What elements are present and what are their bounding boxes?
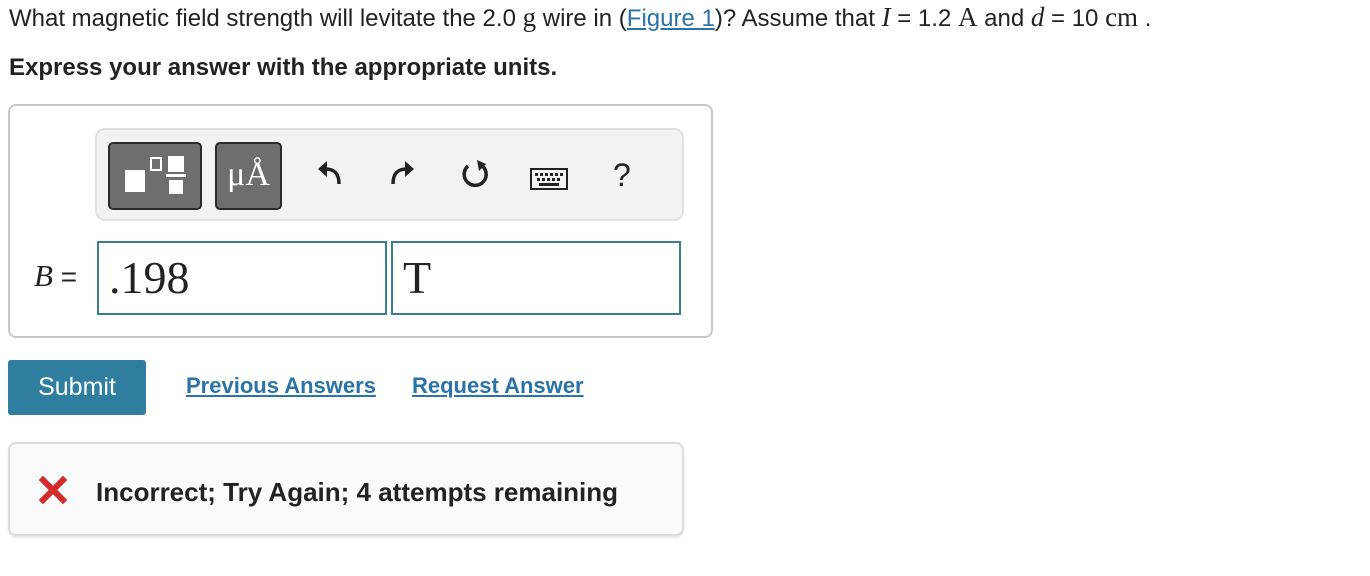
question-part: = 10 bbox=[1044, 5, 1106, 32]
value-input[interactable]: .198 bbox=[97, 241, 387, 315]
equals-sign: = bbox=[60, 261, 78, 292]
previous-answers-link[interactable]: Previous Answers bbox=[186, 373, 376, 399]
feedback-box: Incorrect; Try Again; 4 attempts remaini… bbox=[8, 442, 684, 536]
question-part: wire in ( bbox=[536, 5, 627, 32]
answer-panel: μÅ ? B = .198 T bbox=[8, 104, 713, 338]
units-button[interactable]: μÅ bbox=[215, 142, 282, 210]
keyboard-button[interactable] bbox=[530, 168, 568, 190]
reset-icon bbox=[462, 160, 488, 188]
question-part: What magnetic field strength will levita… bbox=[9, 5, 523, 32]
instruction-text: Express your answer with the appropriate… bbox=[9, 54, 558, 81]
current-unit: A bbox=[957, 2, 978, 32]
answer-label: B = bbox=[34, 258, 77, 294]
help-button[interactable]: ? bbox=[613, 159, 631, 191]
question-text: What magnetic field strength will levita… bbox=[9, 2, 1151, 33]
units-label: μÅ bbox=[227, 156, 270, 193]
redo-icon bbox=[391, 161, 414, 185]
variable-i: I bbox=[881, 2, 891, 32]
math-toolbar: μÅ ? bbox=[95, 128, 684, 221]
question-part: = 1.2 bbox=[890, 5, 958, 32]
length-unit: cm bbox=[1105, 2, 1139, 32]
variable-d: d bbox=[1030, 2, 1045, 32]
redo-button[interactable] bbox=[387, 158, 417, 188]
templates-button[interactable] bbox=[108, 142, 202, 210]
figure-link[interactable]: Figure 1 bbox=[627, 5, 715, 32]
question-part: )? Assume that bbox=[714, 5, 882, 32]
submit-button[interactable]: Submit bbox=[8, 360, 146, 415]
feedback-message: Incorrect; Try Again; 4 attempts remaini… bbox=[96, 477, 619, 507]
keyboard-icon bbox=[530, 168, 568, 190]
undo-button[interactable] bbox=[315, 158, 345, 188]
question-part: . bbox=[1138, 5, 1152, 32]
request-answer-link[interactable]: Request Answer bbox=[412, 373, 584, 399]
templates-icon bbox=[125, 156, 186, 194]
unit-input[interactable]: T bbox=[391, 241, 681, 315]
x-icon bbox=[38, 475, 68, 505]
reset-button[interactable] bbox=[459, 158, 491, 190]
question-part: and bbox=[977, 5, 1031, 32]
undo-icon bbox=[318, 161, 341, 185]
mass-unit: g bbox=[522, 2, 537, 32]
answer-variable: B bbox=[34, 258, 53, 293]
